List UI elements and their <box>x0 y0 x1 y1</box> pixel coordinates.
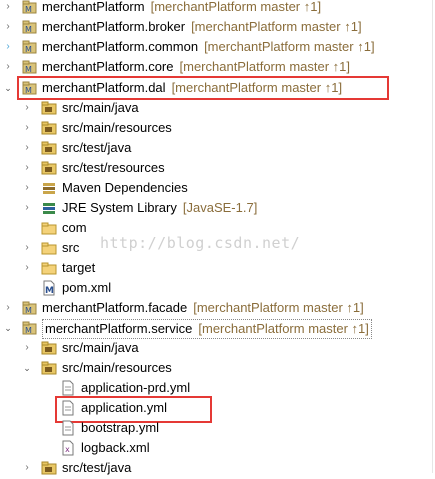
tree-item-folder[interactable]: › target <box>0 258 435 278</box>
project-explorer-tree: › M merchantPlatform [merchantPlatform ma… <box>0 0 435 475</box>
tree-item-label: src/test/java <box>62 140 132 155</box>
maven-project-icon: M <box>22 300 38 316</box>
library-icon <box>41 180 57 196</box>
maven-project-icon: M <box>22 39 38 55</box>
yml-file-icon <box>60 420 76 436</box>
source-folder-icon <box>41 360 57 376</box>
svg-text:M: M <box>25 45 32 54</box>
chevron-right-icon[interactable]: › <box>22 338 32 358</box>
chevron-right-icon[interactable]: › <box>3 37 13 57</box>
chevron-right-icon[interactable]: › <box>22 238 32 258</box>
folder-icon <box>41 240 57 256</box>
tree-item-project[interactable]: › M merchantPlatform.core [merchantPlatfo… <box>0 57 435 77</box>
svg-text:M: M <box>25 306 32 315</box>
source-folder-icon <box>41 120 57 136</box>
source-folder-icon <box>41 140 57 156</box>
tree-item-label: merchantPlatform [merchantPlatform master… <box>42 0 322 14</box>
tree-item-label: application-prd.yml <box>81 380 191 395</box>
folder-icon <box>41 260 57 276</box>
tree-item-label: merchantPlatform.facade [merchantPlatform… <box>42 300 364 315</box>
tree-item-label: Maven Dependencies <box>62 180 188 195</box>
tree-item-project[interactable]: › M merchantPlatform.facade [merchantPlat… <box>0 298 435 318</box>
chevron-down-icon[interactable]: ⌄ <box>3 78 13 98</box>
tree-item-label: com <box>62 220 87 235</box>
tree-item-label: target <box>62 260 96 275</box>
tree-item-label: src/main/java <box>62 340 139 355</box>
chevron-right-icon[interactable]: › <box>22 118 32 138</box>
svg-text:M: M <box>45 286 54 296</box>
yml-file-icon <box>60 380 76 396</box>
chevron-right-icon[interactable]: › <box>22 178 32 198</box>
maven-project-icon: M <box>22 59 38 75</box>
chevron-down-icon[interactable]: ⌄ <box>3 318 13 338</box>
panel-divider <box>432 0 433 473</box>
xml-file-icon: M <box>41 280 57 296</box>
chevron-right-icon[interactable]: › <box>3 298 13 318</box>
chevron-right-icon[interactable]: › <box>22 158 32 178</box>
tree-item-source-folder[interactable]: › src/main/java <box>0 338 435 358</box>
tree-item-label: src <box>62 240 80 255</box>
maven-project-icon: M <box>22 320 38 336</box>
tree-item-project[interactable]: › M merchantPlatform.broker [merchantPlat… <box>0 17 435 37</box>
tree-item-jre-library[interactable]: › JRE System Library [JavaSE-1.7] <box>0 198 435 218</box>
tree-item-label: src/test/resources <box>62 160 165 175</box>
tree-item-label: bootstrap.yml <box>81 420 160 435</box>
tree-item-label: merchantPlatform.broker [merchantPlatform… <box>42 19 362 34</box>
tree-item-label: logback.xml <box>81 440 150 455</box>
tree-item-source-folder[interactable]: ⌄ src/main/resources <box>0 358 435 378</box>
watermark: http://blog.csdn.net/ <box>100 234 301 252</box>
tree-item-project-service[interactable]: ⌄ M merchantPlatform.service [merchantPla… <box>0 318 435 339</box>
chevron-right-icon[interactable]: › <box>22 98 32 118</box>
folder-icon <box>41 220 57 236</box>
tree-item-source-folder[interactable]: › src/test/java <box>0 458 435 478</box>
chevron-right-icon[interactable]: › <box>3 17 13 37</box>
svg-text:M: M <box>25 25 32 34</box>
svg-text:M: M <box>25 5 32 14</box>
chevron-right-icon[interactable]: › <box>3 0 13 17</box>
chevron-down-icon[interactable]: ⌄ <box>22 358 32 378</box>
tree-item-source-folder[interactable]: › src/main/resources <box>0 118 435 138</box>
svg-text:M: M <box>25 326 32 335</box>
tree-item-label: src/test/java <box>62 460 132 475</box>
tree-item-label: merchantPlatform.service [merchantPlatfor… <box>42 319 372 339</box>
tree-item-label: merchantPlatform.core [merchantPlatform m… <box>42 59 350 74</box>
svg-text:x: x <box>65 445 70 454</box>
maven-project-icon: M <box>22 0 38 15</box>
tree-item-project[interactable]: › M merchantPlatform [merchantPlatform ma… <box>0 0 435 17</box>
tree-item-label: src/main/java <box>62 100 139 115</box>
tree-item-label: merchantPlatform.common [merchantPlatform… <box>42 39 375 54</box>
chevron-right-icon[interactable]: › <box>3 57 13 77</box>
tree-item-file[interactable]: application-prd.yml <box>0 378 435 398</box>
tree-item-label: src/main/resources <box>62 360 172 375</box>
library-icon <box>41 200 57 216</box>
source-folder-icon <box>41 340 57 356</box>
tree-item-label: src/main/resources <box>62 120 172 135</box>
tree-item-label: pom.xml <box>62 280 112 295</box>
tree-item-label: JRE System Library [JavaSE-1.7] <box>62 200 258 215</box>
maven-project-icon: M <box>22 19 38 35</box>
tree-item-file[interactable]: M pom.xml <box>0 278 435 298</box>
source-folder-icon <box>41 160 57 176</box>
tree-item-source-folder[interactable]: › src/test/java <box>0 138 435 158</box>
tree-item-file[interactable]: bootstrap.yml <box>0 418 435 438</box>
tree-item-file[interactable]: x logback.xml <box>0 438 435 458</box>
chevron-right-icon[interactable]: › <box>22 258 32 278</box>
chevron-right-icon[interactable]: › <box>22 458 32 478</box>
highlight-box-dal <box>17 76 389 100</box>
tree-item-maven-dependencies[interactable]: › Maven Dependencies <box>0 178 435 198</box>
tree-item-source-folder[interactable]: › src/test/resources <box>0 158 435 178</box>
source-folder-icon <box>41 460 57 476</box>
chevron-right-icon[interactable]: › <box>22 138 32 158</box>
tree-item-source-folder[interactable]: › src/main/java <box>0 98 435 118</box>
tree-item-project[interactable]: › M merchantPlatform.common [merchantPlat… <box>0 37 435 57</box>
svg-text:M: M <box>25 65 32 74</box>
source-folder-icon <box>41 100 57 116</box>
xml-file-icon: x <box>60 440 76 456</box>
chevron-right-icon[interactable]: › <box>22 198 32 218</box>
